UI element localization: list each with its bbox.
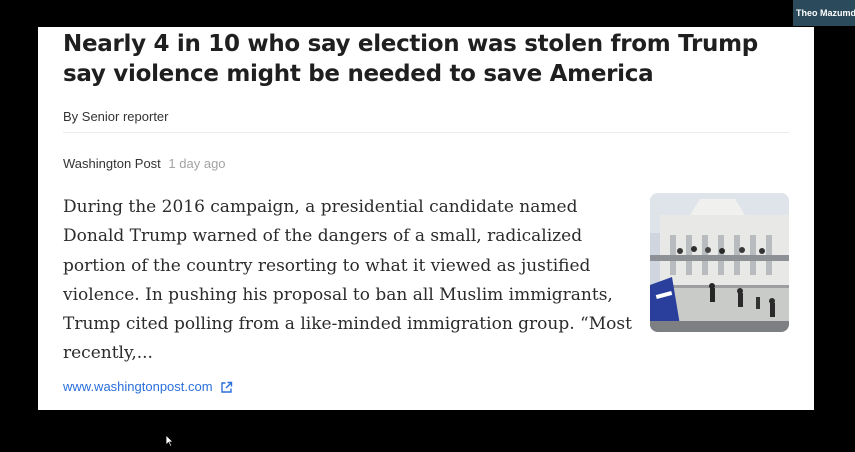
article-thumbnail[interactable]: [650, 193, 789, 332]
mouse-cursor-icon: [166, 435, 174, 447]
participant-name: Theo Mazumdar: [796, 8, 855, 18]
article-byline: By Senior reporter: [63, 109, 169, 124]
participant-video-tile[interactable]: Theo Mazumdar: [793, 0, 855, 26]
screen-share-stage: Nearly 4 in 10 who say election was stol…: [0, 0, 855, 452]
article-excerpt: During the 2016 campaign, a presidential…: [63, 197, 632, 364]
divider: [63, 132, 789, 133]
published-time: 1 day ago: [168, 156, 226, 171]
source-name: Washington Post: [63, 156, 161, 171]
source-link-url[interactable]: www.washingtonpost.com: [63, 378, 213, 396]
capitol-photo: [650, 193, 789, 332]
source-link[interactable]: www.washingtonpost.com: [63, 378, 233, 396]
external-link-icon[interactable]: [220, 381, 233, 394]
article-card[interactable]: Nearly 4 in 10 who say election was stol…: [38, 27, 814, 410]
article-headline[interactable]: Nearly 4 in 10 who say election was stol…: [63, 29, 783, 89]
source-line: Washington Post 1 day ago: [63, 155, 226, 173]
